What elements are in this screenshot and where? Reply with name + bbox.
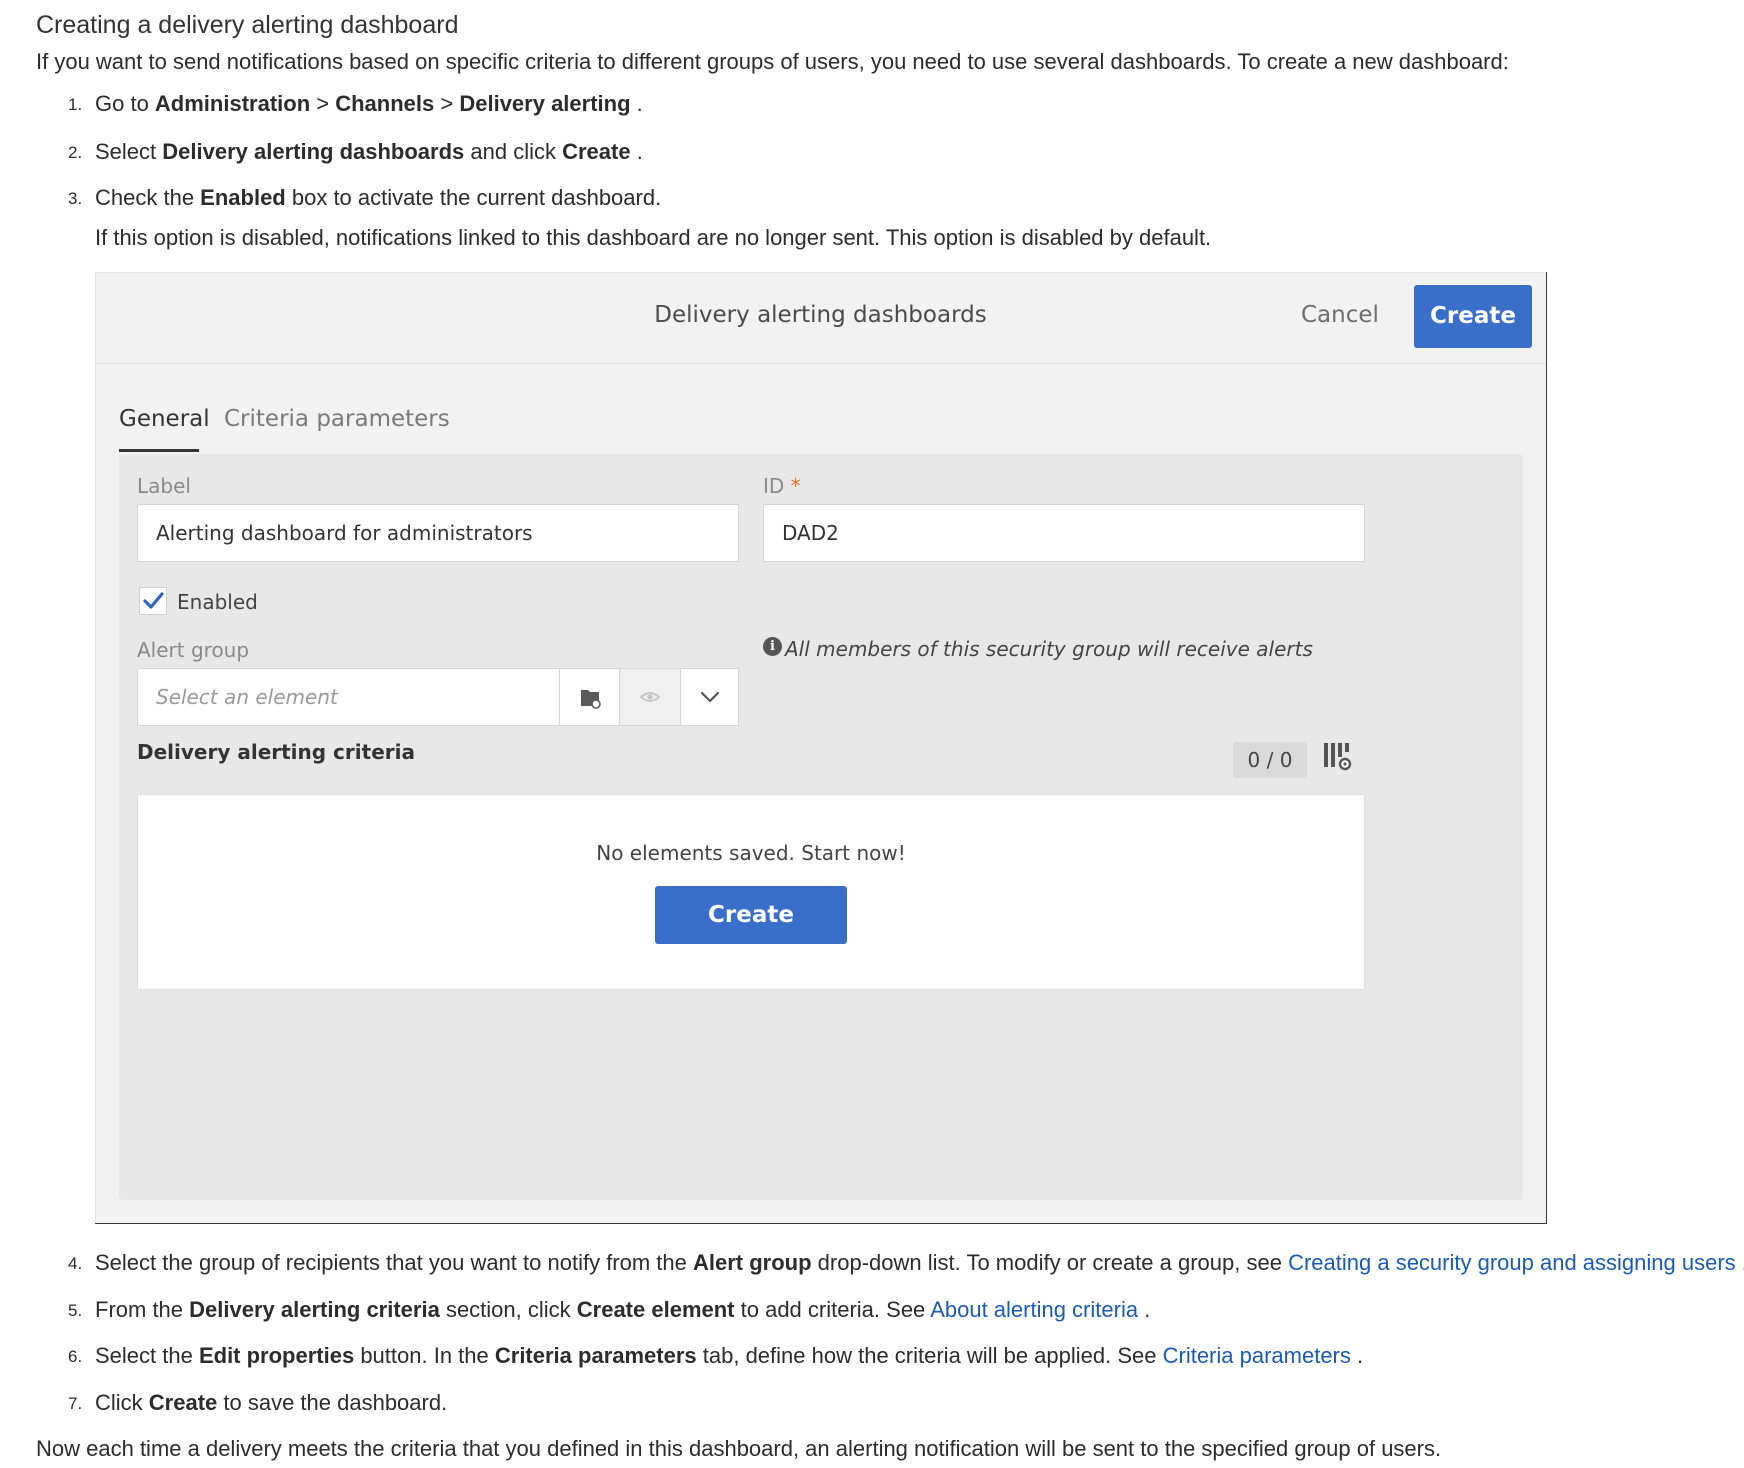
link-about-alerting-criteria[interactable]: About alerting criteria — [930, 1297, 1138, 1322]
criteria-counter: 0 / 0 — [1233, 742, 1307, 778]
step-number: 7. — [68, 1394, 83, 1413]
step-3-note: If this option is disabled, notification… — [95, 225, 1212, 250]
step-number: 2. — [68, 143, 83, 162]
info-text: All members of this security group will … — [785, 637, 1313, 661]
step-2: Select Delivery alerting dashboards and … — [95, 139, 643, 164]
empty-state-text: No elements saved. Start now! — [596, 841, 906, 865]
tab-general[interactable]: General — [119, 406, 210, 432]
step-5: From the Delivery alerting criteria sect… — [95, 1297, 1151, 1322]
folder-icon — [581, 690, 601, 709]
step-3: Check the Enabled box to activate the cu… — [95, 185, 662, 210]
menu-delivery-alerting: Delivery alerting — [459, 91, 631, 116]
step-7: Click Create to save the dashboard. — [95, 1390, 448, 1415]
required-indicator: * — [790, 474, 801, 498]
cancel-button[interactable]: Cancel — [1301, 302, 1379, 328]
link-criteria-parameters[interactable]: Criteria parameters — [1163, 1343, 1351, 1368]
tab-criteria-parameters[interactable]: Criteria parameters — [224, 406, 450, 432]
general-panel: Label Alerting dashboard for administrat… — [119, 454, 1523, 1200]
outro-paragraph: Now each time a delivery meets the crite… — [36, 1436, 1442, 1461]
link-security-group[interactable]: Creating a security group and assigning … — [1288, 1250, 1736, 1275]
check-icon — [143, 592, 164, 609]
intro-paragraph: If you want to send notifications based … — [36, 49, 1509, 74]
active-tab-indicator — [119, 449, 199, 452]
document: Creating a delivery alerting dashboard I… — [0, 0, 1744, 1468]
criteria-section-title: Delivery alerting criteria — [137, 740, 415, 764]
step-number: 3. — [68, 189, 83, 208]
dialog-header: Delivery alerting dashboards Cancel Crea… — [95, 272, 1546, 364]
folder-browse-button[interactable] — [559, 669, 619, 725]
column-settings-icon — [1324, 743, 1352, 771]
step-1: Go to Administration > Channels > Delive… — [95, 91, 643, 116]
step-4: Select the group of recipients that you … — [95, 1250, 1744, 1275]
create-button[interactable]: Create — [1414, 285, 1532, 348]
label-caption: Label — [137, 474, 191, 498]
menu-channels: Channels — [335, 91, 435, 116]
step-number: 4. — [68, 1254, 83, 1273]
step-number: 5. — [68, 1301, 83, 1320]
chevron-down-icon — [700, 691, 720, 703]
alert-group-select[interactable]: Select an element — [137, 668, 739, 726]
create-element-button[interactable]: Create element — [655, 886, 847, 986]
alert-group-caption: Alert group — [137, 638, 250, 662]
dashboard-screenshot: Delivery alerting dashboards Cancel Crea… — [95, 272, 1547, 1224]
id-caption: ID * — [763, 474, 801, 498]
menu-administration: Administration — [154, 91, 311, 116]
enabled-checkbox[interactable] — [139, 587, 167, 615]
step-6: Select the Edit properties button. In th… — [95, 1343, 1364, 1368]
column-settings-button[interactable] — [1323, 742, 1353, 776]
step-number: 6. — [68, 1347, 83, 1366]
enabled-label: Enabled — [177, 590, 258, 614]
step-number: 1. — [68, 95, 83, 114]
criteria-list: No elements saved. Start now! Create ele… — [137, 794, 1365, 990]
preview-button[interactable] — [619, 669, 680, 725]
page-heading: Creating a delivery alerting dashboard — [36, 11, 459, 39]
eye-icon — [639, 692, 661, 702]
alert-group-placeholder: Select an element — [156, 685, 338, 709]
id-field[interactable]: DAD2 — [763, 504, 1365, 562]
info-icon: i — [763, 637, 782, 656]
dropdown-toggle[interactable] — [680, 669, 738, 725]
label-field[interactable]: Alerting dashboard for administrators — [137, 504, 739, 562]
